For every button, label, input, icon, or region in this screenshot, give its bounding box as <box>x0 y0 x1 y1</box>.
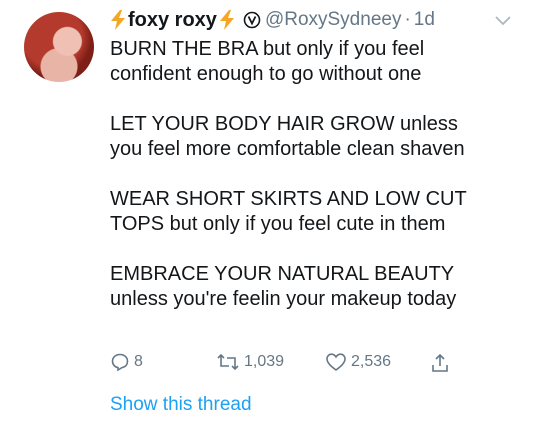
show-thread-link[interactable]: Show this thread <box>110 394 252 416</box>
lightning-bolt-icon <box>219 10 234 30</box>
tweet-line: TOPS but only if you feel cute in them <box>110 213 446 235</box>
tweet-line: BURN THE BRA but only if you feel <box>110 38 425 60</box>
chevron-down-icon[interactable] <box>493 14 513 28</box>
lightning-bolt-icon <box>111 10 125 30</box>
avatar[interactable] <box>24 12 94 82</box>
like-icon <box>326 353 346 372</box>
tweet-line: WEAR SHORT SKIRTS AND LOW CUT <box>110 188 467 210</box>
tweet-line: LET YOUR BODY HAIR GROW unless <box>110 113 458 135</box>
retweet-button[interactable]: 1,039 <box>216 352 284 372</box>
share-icon <box>432 353 448 372</box>
tweet-line: you feel more comfortable clean shaven <box>110 138 465 160</box>
tweet-paragraph: BURN THE BRA but only if you feel confid… <box>110 37 530 87</box>
tweet-text: BURN THE BRA but only if you feel confid… <box>110 37 530 337</box>
share-button[interactable] <box>430 352 450 374</box>
retweet-count: 1,039 <box>244 353 285 370</box>
reply-button[interactable]: 8 <box>110 352 143 372</box>
tweet-line: unless you're feelin your makeup today <box>110 288 457 310</box>
tweet-paragraph: LET YOUR BODY HAIR GROW unless you feel … <box>110 112 530 162</box>
reply-icon <box>111 353 129 372</box>
display-name[interactable]: foxy roxy <box>128 9 217 32</box>
retweet-icon <box>217 353 239 371</box>
user-handle[interactable]: @RoxySydneey <box>265 9 402 31</box>
like-count: 2,536 <box>351 353 392 370</box>
timestamp[interactable]: 1d <box>414 9 435 31</box>
tweet-paragraph: WEAR SHORT SKIRTS AND LOW CUT TOPS but o… <box>110 187 530 237</box>
verified-icon <box>243 11 261 29</box>
tweet-line: EMBRACE YOUR NATURAL BEAUTY <box>110 263 455 285</box>
tweet-paragraph: EMBRACE YOUR NATURAL BEAUTY unless you'r… <box>110 262 530 312</box>
tweet-line: confident enough to go without one <box>110 63 422 85</box>
reply-count: 8 <box>134 353 143 370</box>
like-button[interactable]: 2,536 <box>325 352 391 372</box>
separator-dot: · <box>404 9 411 30</box>
tweet-header: foxy roxy @RoxySydneey · 1d <box>110 8 540 32</box>
